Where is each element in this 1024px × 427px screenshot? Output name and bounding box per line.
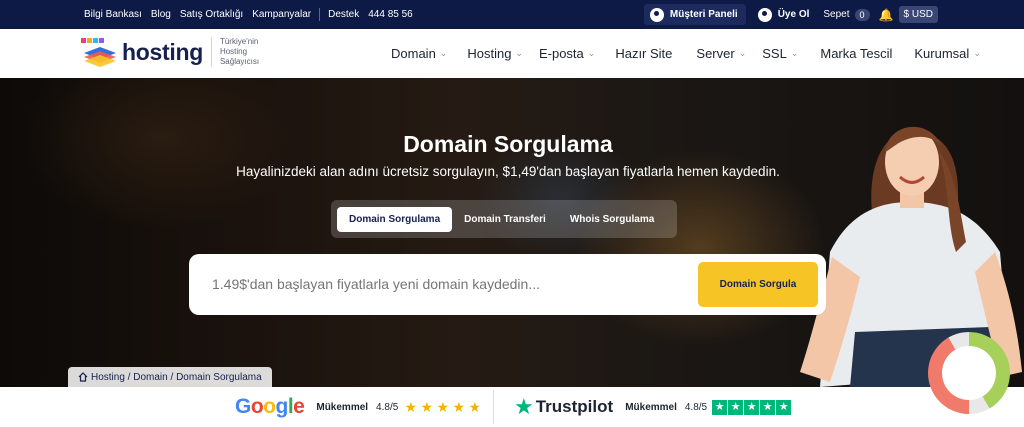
logo-divider bbox=[210, 37, 212, 67]
nav-marka-tescil[interactable]: Marka Tescil bbox=[820, 46, 892, 61]
nav-e-posta[interactable]: E-posta ⌄ bbox=[539, 46, 595, 61]
trustpilot-brand: Trustpilot bbox=[535, 397, 614, 416]
nav-label: E-posta bbox=[538, 46, 584, 61]
breadcrumb-separator: / bbox=[167, 371, 177, 383]
notification-bell-icon[interactable]: 🔔 bbox=[879, 8, 894, 22]
nav-label: Domain bbox=[391, 46, 436, 61]
nav-ssl[interactable]: SSL ⌄ bbox=[762, 46, 798, 61]
star-icon: ★ bbox=[404, 398, 418, 415]
breadcrumb-hosting[interactable]: Hosting bbox=[91, 372, 125, 383]
trustpilot-logo: ★ Trustpilot bbox=[514, 394, 613, 420]
trustpilot-star-icon: ★ bbox=[514, 394, 534, 419]
domain-search-box: Domain Sorgula bbox=[189, 254, 826, 315]
nav-hosting[interactable]: Hosting ⌄ bbox=[467, 46, 523, 61]
trustpilot-rating-score: 4.8/5 bbox=[684, 401, 708, 413]
breadcrumb-domain[interactable]: Domain bbox=[133, 372, 167, 383]
logo[interactable]: hosting Türkiye'nin Hosting Sağlayıcısı bbox=[80, 37, 259, 67]
trustpilot-stars: ★ ★ ★ ★ ★ bbox=[712, 399, 792, 415]
trustpilot-rating[interactable]: ★ Trustpilot Mükemmel 4.8/5 ★ ★ ★ ★ ★ bbox=[514, 387, 792, 427]
cart-label: Sepet bbox=[823, 9, 850, 20]
search-tabs: Domain Sorgulama Domain Transferi Whois … bbox=[331, 200, 677, 238]
cart-count-badge: 0 bbox=[854, 8, 870, 21]
google-logo: Google bbox=[235, 395, 305, 418]
tagline-line: Sağlayıcısı bbox=[219, 57, 260, 66]
nav-domain[interactable]: Domain ⌄ bbox=[391, 46, 447, 61]
top-link-satis-ortakligi[interactable]: Satış Ortaklığı bbox=[180, 9, 243, 20]
star-icon: ★ bbox=[760, 399, 776, 415]
nav-label: Hazır Site bbox=[615, 46, 673, 61]
google-rating-score: 4.8/5 bbox=[376, 401, 399, 413]
breadcrumb: Hosting / Domain / Domain Sorgulama bbox=[68, 367, 272, 387]
top-link-kampanyalar[interactable]: Kampanyalar bbox=[252, 9, 311, 20]
star-icon: ★ bbox=[712, 399, 728, 415]
domain-search-button[interactable]: Domain Sorgula bbox=[698, 262, 818, 307]
nav-label: Kurumsal bbox=[914, 46, 970, 61]
nav-label: Marka Tescil bbox=[820, 46, 893, 61]
google-stars: ★ ★ ★ ★ ★ bbox=[403, 398, 483, 415]
page-title: Domain Sorgulama bbox=[403, 131, 613, 157]
star-icon: ★ bbox=[436, 398, 450, 415]
support-label: Destek bbox=[328, 9, 360, 20]
register-label: Üye Ol bbox=[777, 9, 810, 20]
tab-domain-transferi[interactable]: Domain Transferi bbox=[452, 207, 558, 232]
logo-mark-icon bbox=[81, 38, 116, 67]
main-header: hosting Türkiye'nin Hosting Sağlayıcısı … bbox=[0, 29, 1024, 78]
chevron-down-icon: ⌄ bbox=[515, 48, 523, 58]
star-icon: ★ bbox=[420, 398, 434, 415]
tagline-line: Türkiye'nin bbox=[219, 37, 259, 46]
user-icon bbox=[649, 7, 664, 22]
customer-panel-button[interactable]: Müşteri Paneli bbox=[643, 4, 746, 25]
register-button[interactable]: Üye Ol bbox=[757, 7, 810, 22]
nav-server[interactable]: Server ⌄ bbox=[696, 46, 746, 61]
top-link-blog[interactable]: Blog bbox=[151, 9, 171, 20]
google-rating-label: Mükemmel bbox=[316, 401, 369, 413]
star-icon: ★ bbox=[468, 398, 482, 415]
hero-subtitle: Hayalinizdeki alan adını ücretsiz sorgul… bbox=[236, 164, 780, 179]
nav-label: Hosting bbox=[467, 46, 512, 61]
nav-label: SSL bbox=[762, 46, 787, 61]
google-rating[interactable]: Google Mükemmel 4.8/5 ★ ★ ★ ★ ★ bbox=[235, 387, 483, 427]
customer-panel-label: Müşteri Paneli bbox=[669, 9, 738, 20]
support-phone[interactable]: 444 85 56 bbox=[368, 9, 413, 20]
tab-domain-sorgulama[interactable]: Domain Sorgulama bbox=[337, 206, 453, 232]
star-icon: ★ bbox=[776, 399, 792, 415]
hero-section: Domain Sorgulama Hayalinizdeki alan adın… bbox=[0, 78, 1024, 387]
chevron-down-icon: ⌄ bbox=[973, 48, 981, 58]
top-link-bilgi-bankasi[interactable]: Bilgi Bankası bbox=[84, 9, 142, 20]
logo-text: hosting bbox=[122, 38, 203, 65]
top-bar: Bilgi Bankası Blog Satış Ortaklığı Kampa… bbox=[0, 0, 1024, 29]
breadcrumb-separator: / bbox=[124, 371, 134, 383]
nav-hazir-site[interactable]: Hazır Site bbox=[615, 46, 672, 61]
chevron-down-icon: ⌄ bbox=[587, 48, 596, 58]
nav-kurumsal[interactable]: Kurumsal ⌄ bbox=[914, 46, 980, 61]
currency-selector[interactable]: $ USD bbox=[898, 6, 938, 23]
nav-label: Server bbox=[696, 46, 735, 61]
top-actions: Müşteri Paneli Üye Ol Sepet 0 🔔 $ USD bbox=[643, 4, 938, 25]
cart-button[interactable]: Sepet 0 bbox=[823, 8, 870, 21]
tagline-line: Hosting bbox=[219, 47, 248, 56]
ratings-divider bbox=[493, 390, 494, 424]
star-icon: ★ bbox=[728, 399, 744, 415]
top-links: Bilgi Bankası Blog Satış Ortaklığı Kampa… bbox=[84, 0, 422, 29]
tagline: Türkiye'nin Hosting Sağlayıcısı bbox=[220, 37, 259, 67]
user-icon bbox=[757, 7, 772, 22]
top-divider bbox=[319, 8, 321, 21]
domain-search-input[interactable] bbox=[212, 254, 682, 315]
loading-ring-widget bbox=[928, 332, 1010, 414]
chevron-down-icon: ⌄ bbox=[790, 48, 799, 58]
home-icon bbox=[78, 372, 88, 382]
tab-whois-sorgulama[interactable]: Whois Sorgulama bbox=[558, 207, 666, 232]
star-icon: ★ bbox=[744, 399, 760, 415]
main-nav: Domain ⌄ Hosting ⌄ E-posta ⌄ Hazır Site Ser… bbox=[391, 29, 981, 78]
star-icon: ★ bbox=[452, 398, 466, 415]
chevron-down-icon: ⌄ bbox=[439, 48, 448, 58]
chevron-down-icon: ⌄ bbox=[738, 48, 747, 58]
breadcrumb-current: Domain Sorgulama bbox=[176, 371, 262, 383]
trustpilot-rating-label: Mükemmel bbox=[625, 401, 677, 413]
ratings-bar: Google Mükemmel 4.8/5 ★ ★ ★ ★ ★ ★ Trustp… bbox=[0, 387, 1024, 427]
